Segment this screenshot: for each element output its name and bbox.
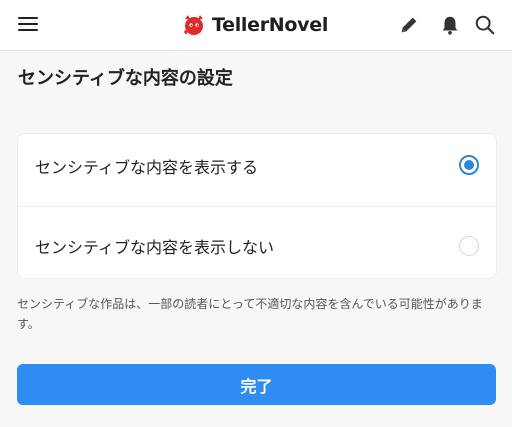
- logo-text: TellerNovel: [212, 14, 329, 36]
- option-show-sensitive[interactable]: センシティブな内容を表示する: [18, 134, 496, 207]
- option-hide-sensitive[interactable]: センシティブな内容を表示しない: [18, 206, 496, 278]
- radio-button-selected[interactable]: [459, 155, 479, 175]
- bell-icon[interactable]: [439, 14, 461, 36]
- done-button[interactable]: 完了: [17, 364, 496, 405]
- sensitive-note: センシティブな作品は、一部の読者にとって不適切な内容を含んでいる可能性があります…: [17, 297, 483, 331]
- search-icon[interactable]: [474, 14, 496, 36]
- pencil-icon[interactable]: [398, 14, 420, 36]
- options-card: センシティブな内容を表示する センシティブな内容を表示しない: [17, 133, 497, 279]
- app-logo[interactable]: TellerNovel: [182, 12, 328, 38]
- menu-icon[interactable]: [18, 16, 38, 32]
- option-label: センシティブな内容を表示する: [35, 158, 259, 177]
- page-title: センシティブな内容の設定: [18, 68, 233, 89]
- logo-mark-icon: [184, 15, 203, 35]
- radio-button-unselected[interactable]: [459, 236, 479, 256]
- app-header: TellerNovel: [0, 0, 512, 51]
- option-label: センシティブな内容を表示しない: [35, 238, 275, 257]
